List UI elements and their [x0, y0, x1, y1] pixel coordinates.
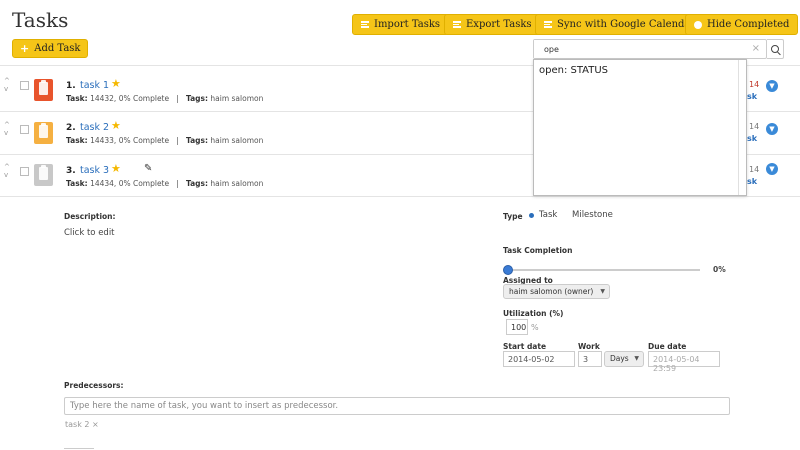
- hide-completed-button[interactable]: Hide Completed: [685, 14, 799, 35]
- hide-completed-label: Hide Completed: [707, 19, 790, 30]
- clipboard-icon: [34, 79, 53, 101]
- chevron-down-icon[interactable]: ▼: [766, 80, 778, 92]
- task-label: Task:: [66, 94, 88, 103]
- search-button[interactable]: [767, 39, 784, 59]
- task-meta: Task: 14434, 0% Complete | Tags: haim sa…: [66, 179, 263, 188]
- add-task-label: Add Task: [34, 43, 81, 54]
- utilization-unit: %: [531, 323, 539, 332]
- utilization-input[interactable]: 100: [506, 319, 528, 335]
- radio-selected-icon[interactable]: [529, 213, 534, 218]
- sync-google-label: Sync with Google Calendar: [557, 19, 696, 30]
- task-right-link[interactable]: sk: [747, 134, 757, 143]
- task-name-link[interactable]: task 1: [80, 80, 109, 91]
- clipboard-icon: [34, 164, 53, 186]
- task-info: 14433, 0% Complete: [90, 136, 170, 145]
- list-icon: [361, 21, 369, 28]
- suggestion-item[interactable]: open: STATUS: [534, 60, 746, 81]
- task-number: 3.: [66, 166, 76, 176]
- import-tasks-label: Import Tasks: [374, 19, 441, 30]
- meta-separator: |: [176, 94, 179, 103]
- clear-icon[interactable]: ×: [752, 43, 760, 54]
- tags-label: Tags:: [185, 179, 209, 188]
- type-milestone-option[interactable]: Milestone: [572, 210, 613, 220]
- list-icon: [453, 21, 461, 28]
- clipboard-icon: [34, 122, 53, 144]
- import-tasks-button[interactable]: Import Tasks: [352, 14, 450, 35]
- task-name-link[interactable]: task 3: [80, 165, 109, 176]
- type-label: Type: [503, 212, 523, 221]
- meta-separator: |: [176, 136, 179, 145]
- description-value[interactable]: Click to edit: [64, 228, 115, 238]
- completion-value: 0%: [713, 265, 726, 274]
- completion-label: Task Completion: [503, 246, 573, 255]
- task-tags: haim salomon: [210, 94, 264, 103]
- due-date-label: Due date: [648, 342, 687, 351]
- work-unit-value: Days: [610, 354, 629, 363]
- task-tags: haim salomon: [210, 179, 264, 188]
- work-label: Work: [578, 342, 600, 351]
- work-input[interactable]: 3: [578, 351, 602, 367]
- reorder-icon[interactable]: ^ v: [4, 77, 12, 93]
- search-input[interactable]: [534, 40, 734, 58]
- completion-slider-track[interactable]: [508, 269, 700, 271]
- predecessors-label: Predecessors:: [64, 381, 124, 390]
- task-name-link[interactable]: task 2: [80, 122, 109, 133]
- star-icon[interactable]: ★: [111, 162, 121, 175]
- task-checkbox[interactable]: [20, 81, 29, 90]
- assigned-value: haim salomon (owner): [509, 287, 594, 296]
- task-meta: Task: 14433, 0% Complete | Tags: haim sa…: [66, 136, 263, 145]
- predecessors-input[interactable]: Type here the name of task, you want to …: [64, 397, 730, 415]
- task-number: 2.: [66, 123, 76, 133]
- assigned-select[interactable]: haim salomon (owner) ▼: [503, 284, 610, 299]
- task-right-number: 14: [749, 80, 760, 89]
- meta-separator: |: [176, 179, 179, 188]
- start-date-label: Start date: [503, 342, 547, 351]
- pencil-icon[interactable]: ✎: [144, 163, 152, 174]
- star-icon[interactable]: ★: [111, 77, 121, 90]
- divider: [64, 448, 94, 449]
- scrollbar[interactable]: [738, 60, 746, 195]
- start-date-input[interactable]: 2014-05-02: [503, 351, 575, 367]
- chevron-down-icon: ▼: [634, 355, 639, 362]
- search-icon: [771, 45, 779, 53]
- type-task-option[interactable]: Task: [539, 210, 557, 220]
- task-right-link[interactable]: sk: [747, 177, 757, 186]
- work-unit-select[interactable]: Days ▼: [604, 351, 644, 367]
- task-right-link[interactable]: sk: [747, 92, 757, 101]
- chevron-down-icon[interactable]: ▼: [766, 123, 778, 135]
- reorder-icon[interactable]: ^ v: [4, 121, 12, 137]
- task-tags: haim salomon: [210, 136, 264, 145]
- export-tasks-label: Export Tasks: [466, 19, 532, 30]
- chevron-down-icon: ▼: [600, 288, 605, 295]
- export-tasks-button[interactable]: Export Tasks: [444, 14, 541, 35]
- task-checkbox[interactable]: [20, 167, 29, 176]
- due-date-input[interactable]: 2014-05-04 23:59: [648, 351, 720, 373]
- task-label: Task:: [66, 136, 88, 145]
- utilization-label: Utilization (%): [503, 309, 564, 318]
- task-right-number: 14: [749, 165, 760, 174]
- tags-label: Tags:: [185, 94, 209, 103]
- add-task-button[interactable]: + Add Task: [12, 39, 89, 58]
- search-suggestions: open: STATUS: [533, 59, 747, 196]
- reorder-icon[interactable]: ^ v: [4, 163, 12, 179]
- circle-icon: [694, 20, 702, 29]
- task-label: Task:: [66, 179, 88, 188]
- search-box: ×: [533, 39, 767, 59]
- sync-google-button[interactable]: Sync with Google Calendar: [535, 14, 705, 35]
- task-checkbox[interactable]: [20, 125, 29, 134]
- description-label: Description:: [64, 212, 116, 221]
- task-info: 14434, 0% Complete: [90, 179, 170, 188]
- predecessor-tag[interactable]: task 2 ×: [65, 420, 99, 429]
- task-info: 14432, 0% Complete: [90, 94, 170, 103]
- list-icon: [544, 21, 552, 28]
- star-icon[interactable]: ★: [111, 119, 121, 132]
- chevron-down-icon[interactable]: ▼: [766, 163, 778, 175]
- task-meta: Task: 14432, 0% Complete | Tags: haim sa…: [66, 94, 263, 103]
- tags-label: Tags:: [185, 136, 209, 145]
- task-right-number: 14: [749, 122, 760, 131]
- completion-slider-handle[interactable]: [503, 265, 513, 275]
- page-title: Tasks: [12, 8, 69, 32]
- plus-icon: +: [20, 42, 30, 55]
- task-number: 1.: [66, 81, 76, 91]
